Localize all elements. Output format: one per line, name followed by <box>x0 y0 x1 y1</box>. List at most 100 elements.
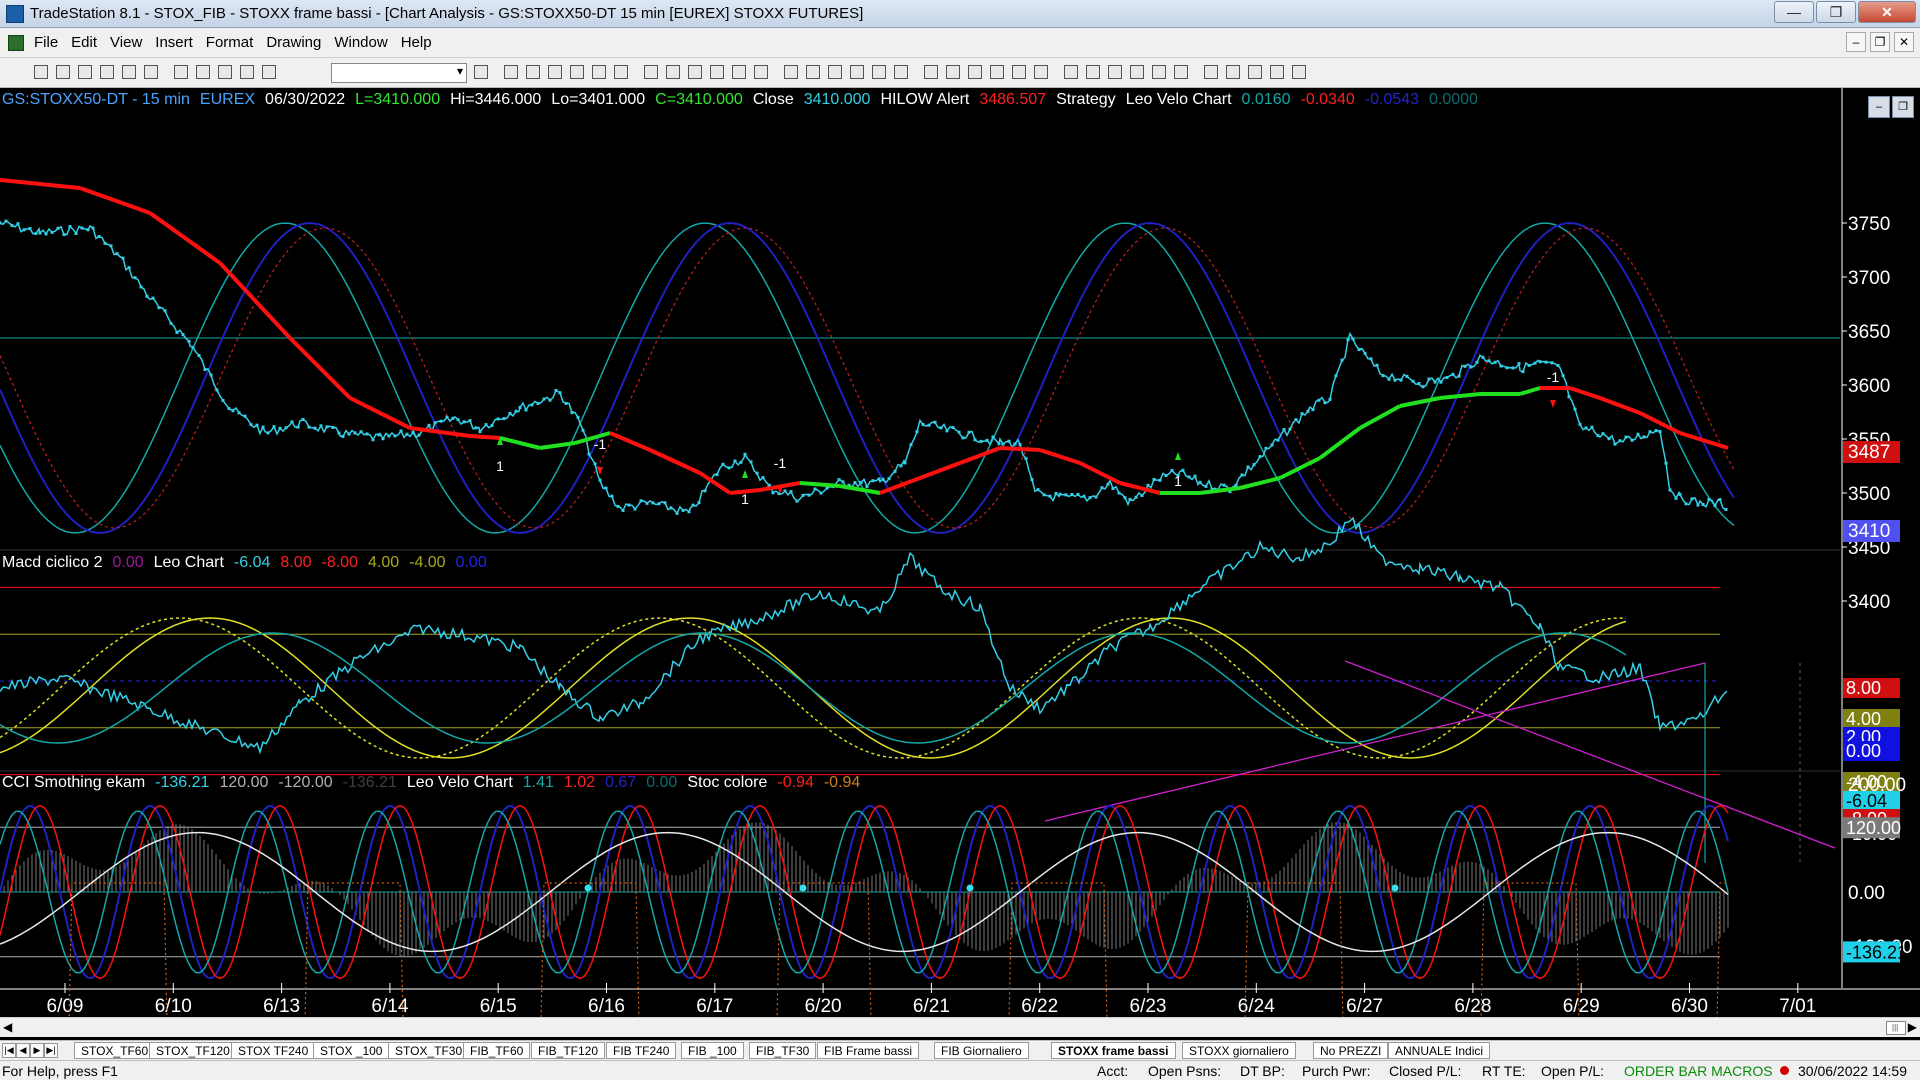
document-icon[interactable] <box>8 34 24 51</box>
price-legend-item: Close <box>752 91 794 108</box>
mdi-minimize-button[interactable]: – <box>1846 32 1866 52</box>
speed-icon[interactable] <box>1226 65 1240 79</box>
rectangle-icon[interactable] <box>1270 65 1284 79</box>
price-bar <box>1439 380 1443 384</box>
price-bar <box>548 398 552 402</box>
tab-fib-frame-bassi[interactable]: FIB Frame bassi <box>817 1042 920 1059</box>
scanner-icon[interactable] <box>688 65 702 79</box>
hilow-ma-red-segment <box>79 186 151 215</box>
menu-file[interactable]: File <box>34 34 58 51</box>
new-doc-icon[interactable] <box>34 65 48 79</box>
bars-icon[interactable] <box>784 65 798 79</box>
tab-stoxx-giornaliero[interactable]: STOXX giornaliero <box>1182 1042 1296 1059</box>
tab-fib-tf30[interactable]: FIB_TF30 <box>749 1042 817 1059</box>
menu-window[interactable]: Window <box>334 34 387 51</box>
panel-minimize-button[interactable]: – <box>1868 96 1890 118</box>
price-bar <box>1317 398 1321 402</box>
box-icon[interactable] <box>828 65 842 79</box>
text-icon[interactable] <box>1292 65 1306 79</box>
tab-fib-tf120[interactable]: FIB_TF120 <box>531 1042 606 1059</box>
arrows-icon[interactable] <box>1204 65 1218 79</box>
mdi-close-button[interactable]: ✕ <box>1894 32 1914 52</box>
matrix-icon[interactable] <box>710 65 724 79</box>
price-bar <box>1544 360 1548 364</box>
open-icon[interactable] <box>56 65 70 79</box>
close-button[interactable]: ✕ <box>1858 1 1916 23</box>
menu-view[interactable]: View <box>110 34 142 51</box>
quote-icon[interactable] <box>644 65 658 79</box>
menu-edit[interactable]: Edit <box>71 34 97 51</box>
vertical-icon[interactable] <box>1174 65 1188 79</box>
eraser-icon[interactable] <box>1012 65 1026 79</box>
radar-icon[interactable] <box>732 65 746 79</box>
menu-insert[interactable]: Insert <box>155 34 193 51</box>
zoom-out-icon[interactable] <box>894 65 908 79</box>
tool-icon[interactable] <box>968 65 982 79</box>
chart-analysis-window[interactable]: 3750 3700 3650 3600 3550 3500 3450 3400 6/09 6/10… <box>0 88 1920 1020</box>
workspace-icon[interactable] <box>196 65 210 79</box>
desktop-icon[interactable] <box>174 65 188 79</box>
refresh-icon[interactable] <box>614 65 628 79</box>
zoom-in-icon[interactable] <box>872 65 886 79</box>
tab-first-icon[interactable]: |◀ <box>2 1043 16 1058</box>
tab-stox-tf30[interactable]: STOX_TF30 <box>388 1042 470 1059</box>
price-legend-item: 3486.507 <box>979 91 1047 108</box>
news-icon[interactable] <box>666 65 680 79</box>
arrow-icon[interactable] <box>504 65 518 79</box>
tab-next-icon[interactable]: ▶ <box>30 1043 44 1058</box>
tab-stoxx-frame-bassi[interactable]: STOXX frame bassi <box>1051 1042 1176 1059</box>
grid-icon[interactable] <box>592 65 606 79</box>
channel-icon[interactable] <box>1086 65 1100 79</box>
candles-icon[interactable] <box>806 65 820 79</box>
trendline-icon[interactable] <box>1034 65 1048 79</box>
tab-fib-tf60[interactable]: FIB_TF60 <box>463 1042 531 1059</box>
save-icon[interactable] <box>78 65 92 79</box>
print-icon[interactable] <box>122 65 136 79</box>
menu-drawing[interactable]: Drawing <box>266 34 321 51</box>
tab-prev-icon[interactable]: ◀ <box>16 1043 30 1058</box>
tab-fib-giornaliero[interactable]: FIB Giornaliero <box>934 1042 1029 1059</box>
save-all-icon[interactable] <box>100 65 114 79</box>
analysis-icon[interactable] <box>570 65 584 79</box>
find-icon[interactable] <box>526 65 540 79</box>
symbol-combo[interactable] <box>331 63 467 83</box>
tab-stox-tf240[interactable]: STOX TF240 <box>231 1042 316 1059</box>
insert-icon[interactable] <box>240 65 254 79</box>
tradestation-app-icon[interactable] <box>6 4 24 23</box>
tab-stox-tf60[interactable]: STOX_TF60 <box>74 1042 156 1059</box>
globe-icon[interactable] <box>262 65 276 79</box>
mdi-restore-button[interactable]: ❐ <box>1870 32 1890 52</box>
scope-icon[interactable] <box>754 65 768 79</box>
ruler-icon[interactable] <box>990 65 1004 79</box>
menu-format[interactable]: Format <box>206 34 254 51</box>
ellipse-icon[interactable] <box>1248 65 1262 79</box>
tab-no-prezzi[interactable]: No PREZZI <box>1313 1042 1389 1059</box>
pitchfork-icon[interactable] <box>1108 65 1122 79</box>
arc-icon[interactable] <box>1130 65 1144 79</box>
chart-icon[interactable] <box>548 65 562 79</box>
pointer-icon[interactable] <box>924 65 938 79</box>
scroll-right-icon[interactable]: ▶ <box>1908 1020 1917 1034</box>
tab-stox-100[interactable]: STOX _100 <box>313 1042 390 1059</box>
cursor-icon[interactable] <box>946 65 960 79</box>
menu-help[interactable]: Help <box>401 34 432 51</box>
horizontal-scrollbar[interactable]: ◀ ||| ▶ <box>0 1017 1920 1037</box>
tab-fib-100[interactable]: FIB _100 <box>681 1042 744 1059</box>
fib-icon[interactable] <box>1064 65 1078 79</box>
panel-restore-button[interactable]: ❐ <box>1892 96 1914 118</box>
dropdown-icon[interactable] <box>474 65 488 79</box>
tab-stox-tf120[interactable]: STOX_TF120 <box>149 1042 237 1059</box>
scroll-left-icon[interactable]: ◀ <box>3 1020 12 1034</box>
line-icon[interactable] <box>850 65 864 79</box>
tab-annuale-indici[interactable]: ANNUALE Indici <box>1388 1042 1491 1059</box>
tab-last-icon[interactable]: ▶| <box>44 1043 58 1058</box>
scroll-thumb[interactable]: ||| <box>1886 1021 1906 1035</box>
minimize-button[interactable]: — <box>1774 1 1814 23</box>
lock-icon[interactable] <box>218 65 232 79</box>
print-preview-icon[interactable] <box>144 65 158 79</box>
order-bar-macros[interactable]: ORDER BAR MACROS <box>1624 1063 1773 1079</box>
horizontal-icon[interactable] <box>1152 65 1166 79</box>
tab-fib-tf240[interactable]: FIB TF240 <box>606 1042 677 1059</box>
maximize-button[interactable]: ❐ <box>1816 1 1856 23</box>
price-bar <box>1690 497 1694 501</box>
